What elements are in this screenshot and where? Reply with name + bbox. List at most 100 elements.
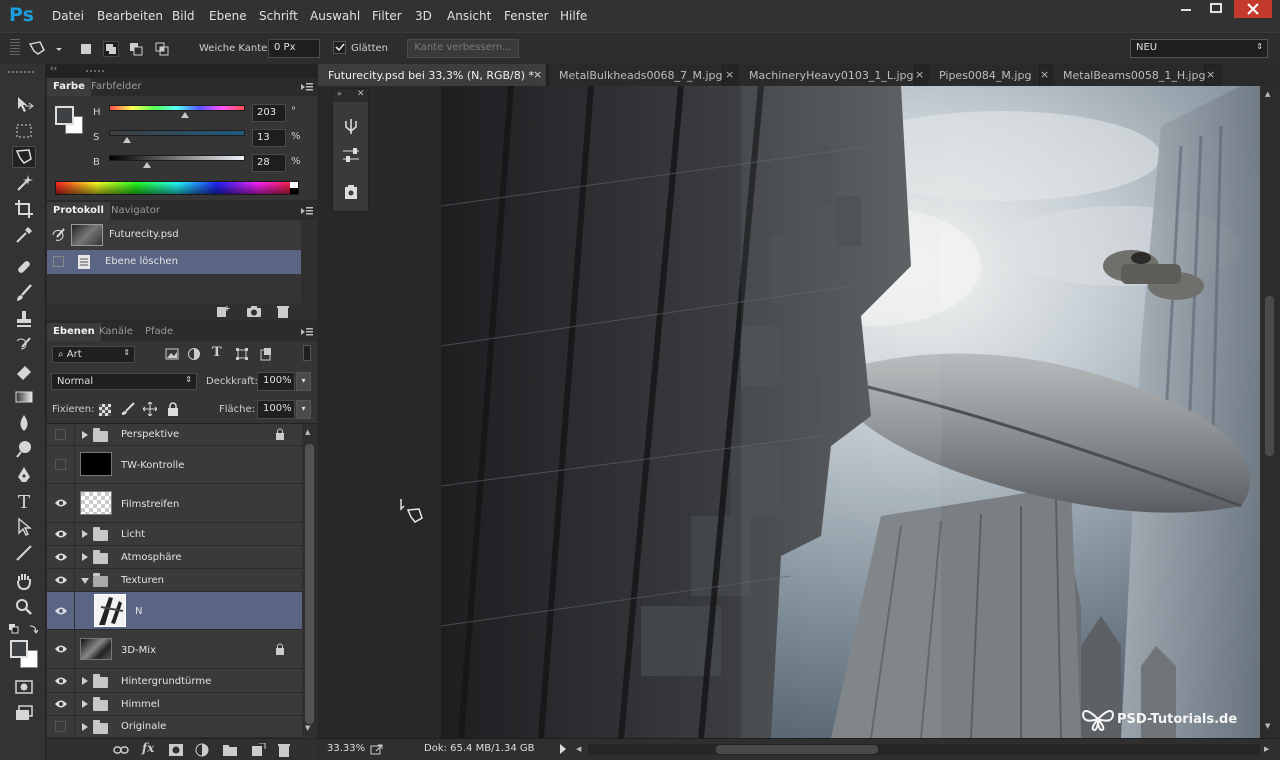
- type-tool-icon[interactable]: T: [12, 490, 36, 512]
- expand-triangle-icon[interactable]: [82, 530, 88, 538]
- workspace-select[interactable]: NEU ⇕: [1130, 39, 1268, 58]
- new-group-icon[interactable]: [222, 743, 238, 757]
- brightness-slider-thumb[interactable]: [143, 162, 152, 168]
- panel-menu-icon[interactable]: [301, 327, 313, 337]
- tab-farbfelder[interactable]: Farbfelder: [85, 78, 147, 96]
- layer-row[interactable]: Hintergrundtürme: [47, 669, 302, 693]
- fill-dropdown-icon[interactable]: ▾: [296, 400, 311, 419]
- swap-colors-icon[interactable]: [8, 622, 40, 636]
- menu-ebene[interactable]: Ebene: [209, 9, 247, 23]
- history-snapshot-row[interactable]: Futurecity.psd: [47, 221, 301, 249]
- camera-snapshot-icon[interactable]: [246, 305, 262, 318]
- fill-input[interactable]: 100%: [257, 400, 295, 419]
- scroll-down-icon[interactable]: ▼: [1265, 722, 1270, 730]
- path-selection-tool-icon[interactable]: [12, 516, 36, 538]
- lock-pixels-icon[interactable]: [120, 402, 136, 416]
- layers-scrollbar-thumb[interactable]: [305, 444, 314, 724]
- menu-bild[interactable]: Bild: [172, 9, 195, 23]
- layer-visibility-toggle[interactable]: [47, 446, 75, 483]
- menu-hilfe[interactable]: Hilfe: [560, 9, 587, 23]
- foreground-background-colors[interactable]: [10, 640, 40, 670]
- opacity-dropdown-icon[interactable]: ▾: [296, 372, 311, 391]
- eraser-tool-icon[interactable]: [12, 360, 36, 382]
- hue-slider-thumb[interactable]: [181, 112, 190, 118]
- tool-preset-picker[interactable]: [26, 38, 66, 60]
- menu-ansicht[interactable]: Ansicht: [447, 9, 491, 23]
- hue-value-field[interactable]: 203: [252, 104, 286, 122]
- color-spectrum-ramp[interactable]: [55, 181, 299, 195]
- hue-slider[interactable]: [109, 105, 245, 111]
- layer-style-fx-icon[interactable]: fx: [142, 741, 154, 755]
- brush-settings-icon[interactable]: [341, 145, 361, 165]
- close-window-button[interactable]: [1234, 0, 1272, 18]
- layer-row[interactable]: TW-Kontrolle: [47, 446, 302, 484]
- status-menu-arrow-icon[interactable]: [560, 744, 566, 754]
- scroll-right-icon[interactable]: ▶: [1264, 745, 1269, 753]
- layer-row[interactable]: Licht: [47, 523, 302, 546]
- zoom-tool-icon[interactable]: [12, 596, 36, 618]
- filter-type-icon[interactable]: T: [212, 345, 226, 361]
- hand-tool-icon[interactable]: [12, 570, 36, 592]
- canvas-vertical-scrollbar[interactable]: ▲ ▼: [1260, 86, 1280, 738]
- gradient-tool-icon[interactable]: [12, 386, 36, 408]
- doc-tab-close-icon[interactable]: ×: [533, 68, 542, 81]
- eye-icon[interactable]: [47, 546, 75, 568]
- polygon-lasso-tool-icon[interactable]: [12, 146, 36, 168]
- intersect-selection-icon[interactable]: [154, 41, 170, 57]
- clone-stamp-tool-icon[interactable]: [12, 308, 36, 330]
- expand-panels-icon[interactable]: »: [337, 89, 342, 98]
- filter-shape-icon[interactable]: [235, 347, 249, 361]
- eye-icon[interactable]: [47, 669, 75, 692]
- layer-row[interactable]: Texturen: [47, 569, 302, 592]
- doc-tab-overflow[interactable]: [1222, 64, 1280, 86]
- doc-tab-close-icon[interactable]: ×: [1040, 68, 1049, 81]
- history-brush-tool-icon[interactable]: [12, 334, 36, 356]
- lock-position-icon[interactable]: [143, 402, 157, 416]
- eye-icon[interactable]: [47, 484, 75, 522]
- add-mask-icon[interactable]: [168, 743, 184, 757]
- share-export-icon[interactable]: [370, 743, 384, 755]
- doc-tab-close-icon[interactable]: ×: [1206, 68, 1215, 81]
- brush-presets-icon[interactable]: [341, 117, 361, 137]
- lock-all-icon[interactable]: [167, 402, 179, 416]
- scroll-up-icon[interactable]: ▲: [1265, 90, 1270, 98]
- panel-menu-icon[interactable]: [301, 82, 313, 92]
- dodge-tool-icon[interactable]: [12, 438, 36, 460]
- collapse-triangle-icon[interactable]: [81, 578, 89, 584]
- pen-tool-icon[interactable]: [12, 464, 36, 486]
- layers-scrollbar[interactable]: ▲ ▼: [302, 424, 317, 737]
- scroll-left-icon[interactable]: ◀: [576, 745, 581, 753]
- add-selection-icon[interactable]: [103, 41, 119, 57]
- doc-tab[interactable]: MachineryHeavy0103_1_L.jpg: [739, 64, 915, 86]
- delete-layer-icon[interactable]: [276, 743, 292, 757]
- layer-filter-kind-select[interactable]: ⌕ Art ⇕: [52, 346, 135, 363]
- brightness-slider[interactable]: [109, 155, 245, 161]
- expand-triangle-icon[interactable]: [82, 677, 88, 685]
- document-canvas[interactable]: PSD-Tutorials.de: [441, 86, 1260, 738]
- doc-tab-active[interactable]: Futurecity.psd bei 33,3% (N, RGB/8) *: [318, 64, 547, 86]
- eyedropper-tool-icon[interactable]: [12, 224, 36, 246]
- layer-row-selected[interactable]: N: [47, 592, 302, 630]
- close-dock-icon[interactable]: ✕: [357, 89, 365, 99]
- line-tool-icon[interactable]: [12, 542, 36, 564]
- menu-datei[interactable]: Datei: [52, 9, 84, 23]
- layer-row[interactable]: Originale: [47, 716, 302, 738]
- subtract-selection-icon[interactable]: [128, 41, 144, 57]
- doc-tab[interactable]: MetalBeams0058_1_H.jpg: [1053, 64, 1205, 86]
- menu-filter[interactable]: Filter: [372, 9, 402, 23]
- adjustment-layer-icon[interactable]: [195, 743, 211, 757]
- menu-3d[interactable]: 3D: [415, 9, 432, 23]
- layer-row[interactable]: Filmstreifen: [47, 484, 302, 523]
- lock-transparency-icon[interactable]: [99, 404, 111, 416]
- layer-visibility-toggle[interactable]: [47, 424, 75, 445]
- move-tool-icon[interactable]: [12, 94, 36, 116]
- eye-icon[interactable]: [47, 523, 75, 545]
- eye-icon[interactable]: [47, 569, 75, 591]
- tab-kanaele[interactable]: Kanäle: [93, 323, 139, 341]
- antialias-checkbox[interactable]: [333, 41, 346, 54]
- history-scrollbar[interactable]: [301, 221, 317, 303]
- opacity-input[interactable]: 100%: [257, 372, 295, 391]
- filter-pixel-icon[interactable]: [165, 347, 179, 361]
- layer-row[interactable]: Perspektive: [47, 424, 302, 446]
- expand-triangle-icon[interactable]: [82, 553, 88, 561]
